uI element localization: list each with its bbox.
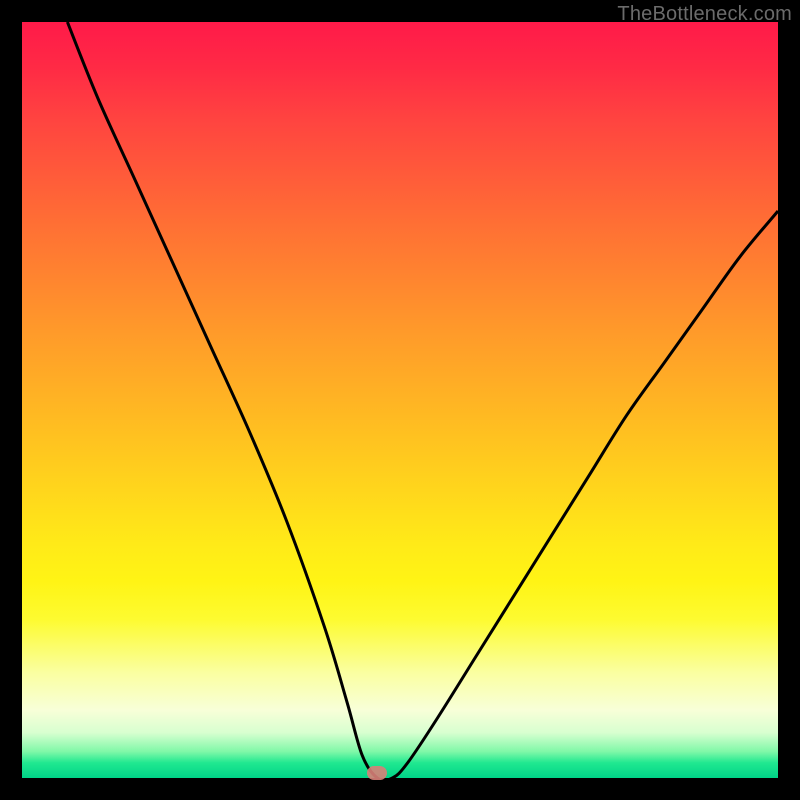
bottleneck-curve	[22, 22, 778, 778]
optimal-point-marker	[367, 766, 387, 780]
curve-path	[67, 22, 778, 778]
chart-frame: TheBottleneck.com	[0, 0, 800, 800]
watermark-text: TheBottleneck.com	[617, 3, 792, 26]
plot-area	[22, 22, 778, 778]
